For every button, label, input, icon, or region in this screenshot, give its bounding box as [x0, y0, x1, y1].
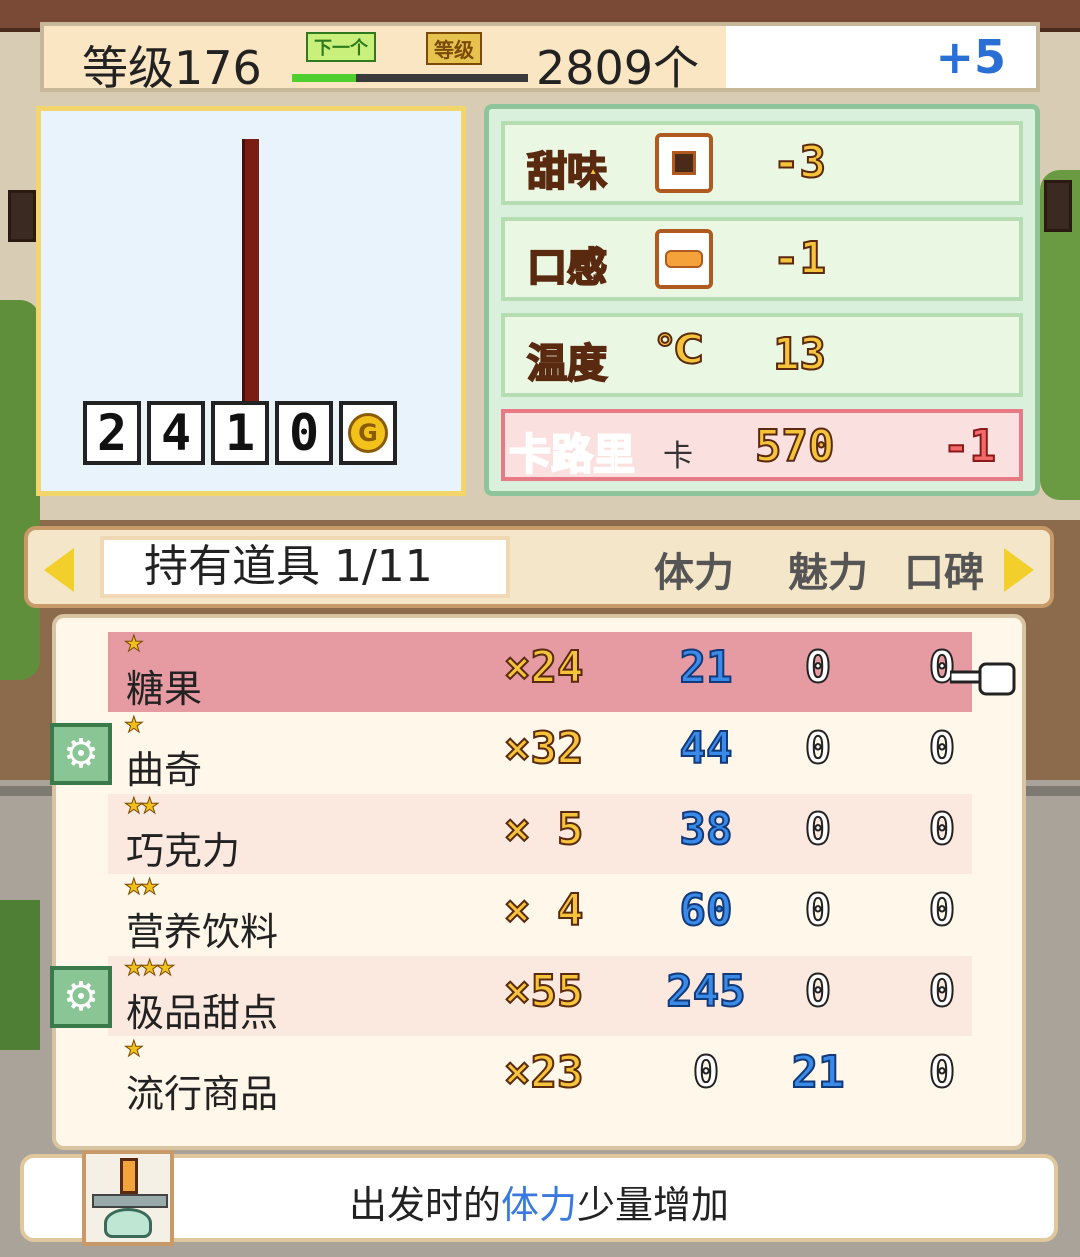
- column-header-stamina: 体力: [654, 550, 734, 596]
- texture-icon: [655, 229, 713, 289]
- item-quantity: × 4: [503, 884, 584, 937]
- prev-page-arrow-icon[interactable]: [44, 548, 74, 592]
- description-bar: 出发时的体力少量增加: [20, 1154, 1058, 1242]
- price-digit: 2: [83, 401, 141, 465]
- description-prefix: 出发时的: [348, 1183, 501, 1227]
- inventory-item-row[interactable]: ★ 流行商品 ×23 0 21 0: [108, 1037, 972, 1117]
- item-reputation: 0: [928, 965, 957, 1018]
- calories-value: 570: [754, 420, 835, 473]
- item-name: 极品甜点: [126, 991, 279, 1035]
- item-quantity: ×55: [503, 965, 584, 1018]
- inventory-item-row[interactable]: ★★ 巧克力 × 5 38 0 0: [108, 794, 972, 874]
- stat-value: 13: [772, 328, 827, 381]
- inventory-tab[interactable]: 持有道具 1/11: [100, 536, 510, 598]
- bonus-text: +5: [935, 30, 1006, 84]
- item-quantity: ×24: [503, 641, 584, 694]
- item-charm: 0: [804, 884, 833, 937]
- calories-change: -1: [942, 420, 997, 473]
- gold-coin-icon: G: [339, 401, 397, 465]
- item-name: 营养饮料: [126, 910, 279, 954]
- inventory-list: ★ 糖果 ×24 21 0 0 ★ 曲奇 ×32 44 0 0 ★★ 巧克力 × 5 38 0 0 ★★ 营养饮料 × …: [50, 614, 1026, 1150]
- item-stamina: 21: [679, 641, 734, 694]
- calories-unit: 卡: [663, 439, 693, 474]
- celsius-icon: ℃: [654, 326, 704, 374]
- level-info: 等级176 下一个 等级 2809个: [44, 26, 726, 95]
- inventory-header: 持有道具 1/11 体力 魅力 口碑: [24, 526, 1054, 608]
- price-digit: 1: [211, 401, 269, 465]
- next-page-arrow-icon[interactable]: [1004, 548, 1034, 592]
- inventory-item-row[interactable]: ★★★ 极品甜点 ×55 245 0 0: [108, 956, 972, 1036]
- item-charm: 21: [791, 1046, 846, 1099]
- item-stamina: 245: [665, 965, 746, 1018]
- column-header-charm: 魅力: [788, 550, 868, 596]
- item-name: 曲奇: [126, 748, 203, 792]
- item-reputation: 0: [928, 803, 957, 856]
- gear-icon[interactable]: ⚙: [50, 966, 112, 1028]
- description-highlight: 体力: [500, 1183, 577, 1227]
- currency-symbol: G: [348, 413, 388, 453]
- item-name: 糖果: [126, 667, 203, 711]
- remaining-count: 2809个: [536, 41, 700, 95]
- description-suffix: 少量增加: [577, 1183, 730, 1227]
- stat-label: 温度: [526, 340, 608, 388]
- item-quantity: ×32: [503, 722, 584, 775]
- stats-panel: 甜味 -3 口感 -1 温度 ℃ 13 卡路里 卡 570 -1: [484, 104, 1040, 496]
- item-rarity-stars: ★: [124, 632, 145, 658]
- item-stamina: 60: [679, 884, 734, 937]
- item-rarity-stars: ★: [124, 1037, 145, 1063]
- scale-icon: [82, 1150, 174, 1246]
- next-label: 下一个: [306, 32, 376, 62]
- column-header-reputation: 口碑: [904, 550, 984, 596]
- item-quantity: × 5: [503, 803, 584, 856]
- price-digit: 0: [275, 401, 333, 465]
- inventory-item-row[interactable]: ★ 糖果 ×24 21 0 0: [108, 632, 972, 712]
- item-rarity-stars: ★★: [123, 794, 160, 820]
- item-reputation: 0: [928, 722, 957, 775]
- stat-row-calories: 卡路里 卡 570 -1: [501, 409, 1023, 481]
- grade-label: 等级: [426, 32, 482, 65]
- gear-icon[interactable]: ⚙: [50, 723, 112, 785]
- bush-left: [0, 900, 40, 1050]
- stat-row-temperature: 温度 ℃ 13: [501, 313, 1023, 397]
- description-text: 出发时的体力少量增加: [24, 1174, 1054, 1229]
- item-charm: 0: [804, 722, 833, 775]
- calories-label: 卡路里: [508, 429, 636, 480]
- item-preview: 2 4 1 0 G: [36, 106, 466, 496]
- inventory-item-row[interactable]: ★★ 营养饮料 × 4 60 0 0: [108, 875, 972, 955]
- tree-left: [0, 300, 40, 680]
- price-digit: 4: [147, 401, 205, 465]
- item-quantity: ×23: [503, 1046, 584, 1099]
- lamp-left-icon: [8, 190, 36, 242]
- item-rarity-stars: ★: [124, 713, 145, 739]
- stat-label: 口感: [526, 244, 608, 292]
- item-name: 流行商品: [126, 1072, 279, 1116]
- level-bar: 等级176 下一个 等级 2809个 +5: [40, 22, 1040, 95]
- item-charm: 0: [804, 641, 833, 694]
- item-rarity-stars: ★★: [123, 875, 160, 901]
- item-reputation: 0: [928, 884, 957, 937]
- stat-value: -3: [772, 136, 827, 189]
- lamp-right-icon: [1044, 180, 1072, 232]
- item-charm: 0: [804, 803, 833, 856]
- stat-row-sweetness: 甜味 -3: [501, 121, 1023, 205]
- exp-progress-fill: [292, 74, 356, 82]
- pointer-hand-icon: [950, 662, 1016, 696]
- price-display: 2 4 1 0 G: [83, 401, 397, 465]
- item-name: 巧克力: [126, 829, 241, 873]
- item-stamina: 38: [679, 803, 734, 856]
- stat-value: -1: [772, 232, 827, 285]
- item-stamina: 0: [692, 1046, 721, 1099]
- item-rarity-stars: ★★★: [123, 956, 175, 982]
- candy-stick-icon: [242, 139, 259, 401]
- inventory-item-row[interactable]: ★ 曲奇 ×32 44 0 0: [108, 713, 972, 793]
- item-stamina: 44: [679, 722, 734, 775]
- item-reputation: 0: [928, 1046, 957, 1099]
- item-charm: 0: [804, 965, 833, 1018]
- sweetness-icon: [655, 133, 713, 193]
- stat-label: 甜味: [526, 148, 608, 196]
- exp-progress-bar: [292, 74, 528, 82]
- stat-row-texture: 口感 -1: [501, 217, 1023, 301]
- level-text: 等级176: [82, 41, 262, 95]
